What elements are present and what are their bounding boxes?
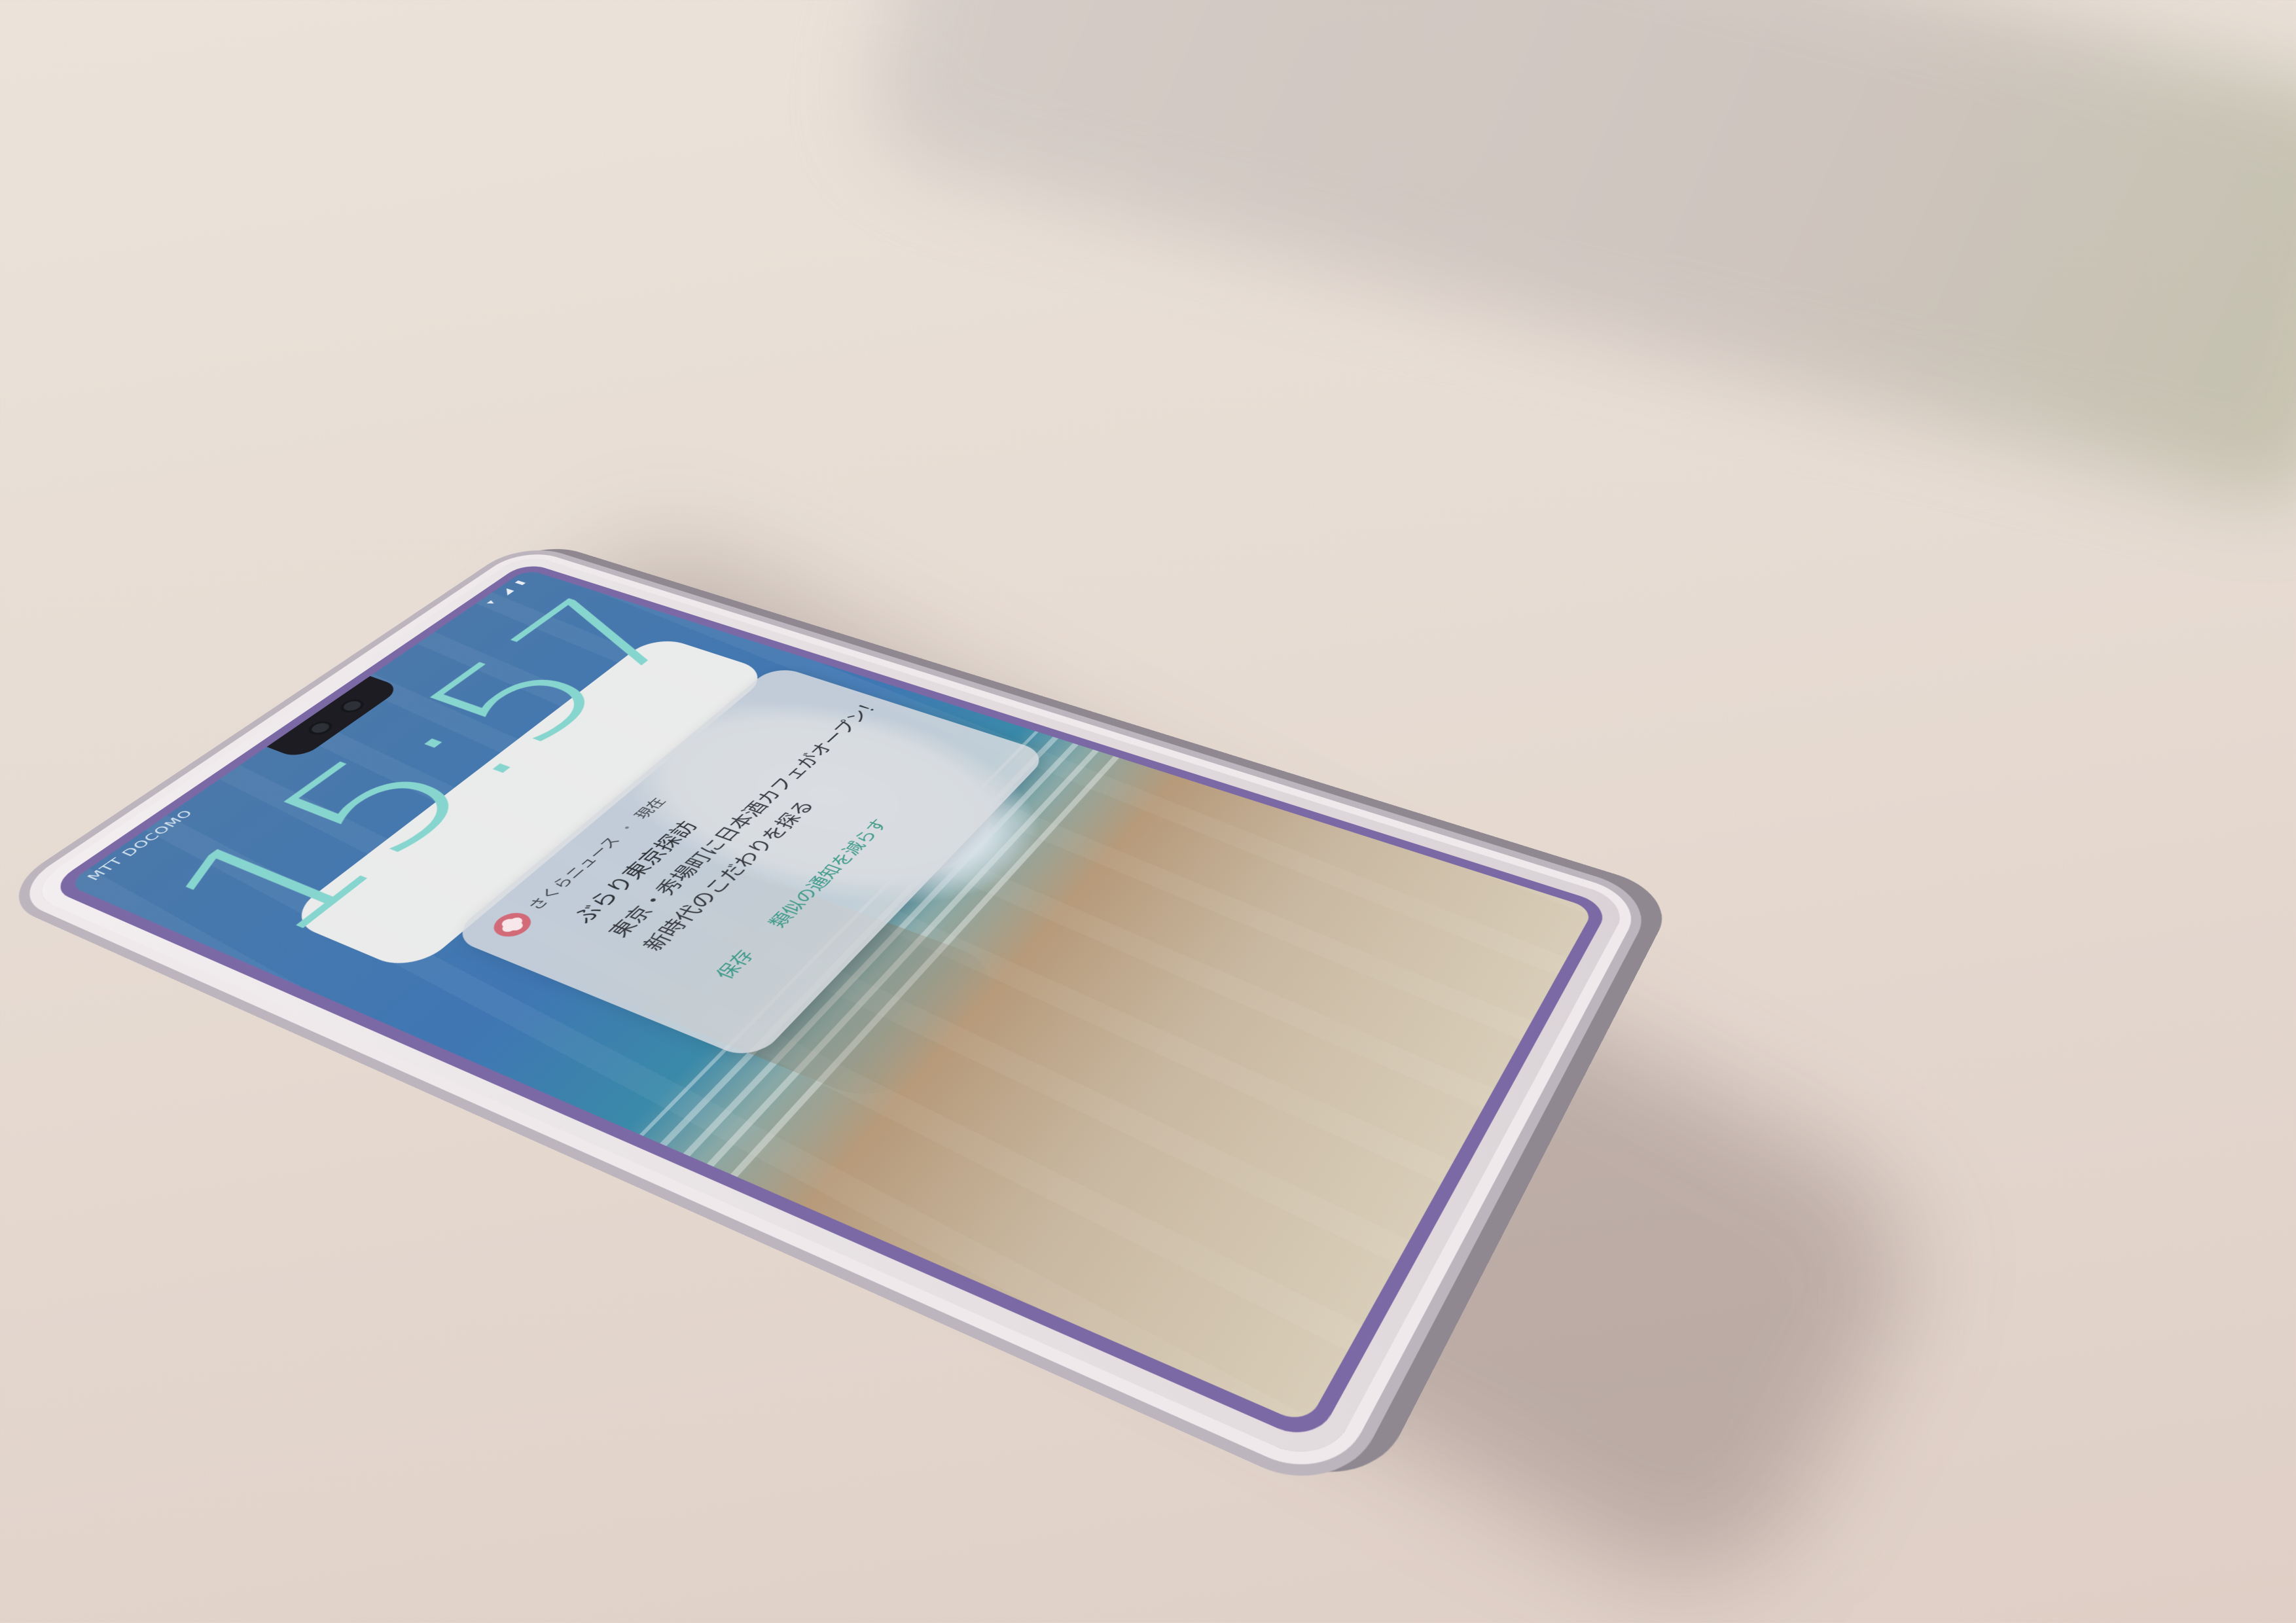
smartphone: MTT DOCOMO ▾ ◢ ▮ 15:57 さくらニュース ・ 現在 ぶらり東… (23, 553, 1631, 1469)
notification-separator: ・ (613, 820, 641, 836)
save-button[interactable]: 保存 (707, 946, 760, 982)
battery-icon: ▮ (512, 579, 528, 586)
scene: MTT DOCOMO ▾ ◢ ▮ 15:57 さくらニュース ・ 現在 ぶらり東… (0, 0, 2296, 1623)
notification-time: 現在 (631, 796, 670, 821)
lock-screen[interactable]: MTT DOCOMO ▾ ◢ ▮ 15:57 さくらニュース ・ 現在 ぶらり東… (66, 569, 1594, 1425)
sakura-app-icon (486, 908, 539, 941)
wifi-icon: ▾ (483, 599, 499, 606)
signal-icon: ◢ (497, 587, 516, 596)
phone-frame: MTT DOCOMO ▾ ◢ ▮ 15:57 さくらニュース ・ 現在 ぶらり東… (46, 562, 1611, 1445)
